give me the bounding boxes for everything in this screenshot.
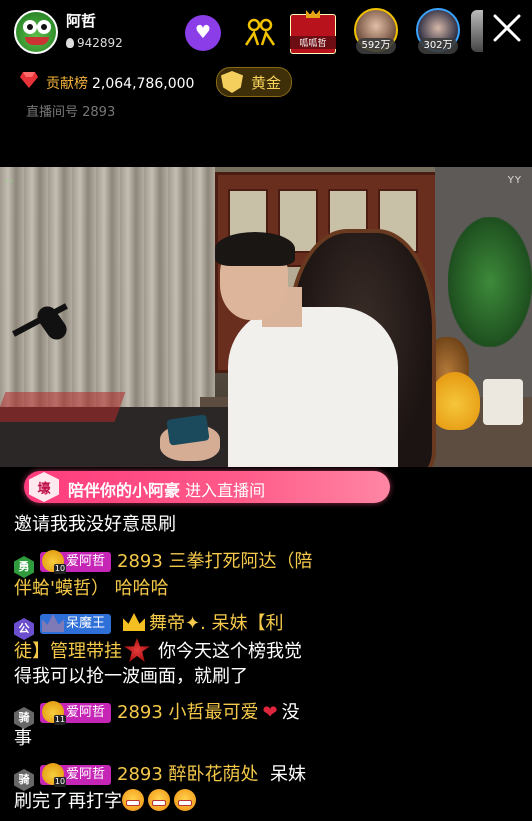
fans-flame-icon [66,38,74,48]
user-level-badge: 公 [14,618,34,640]
live-video[interactable]: ◦◦ YY [0,167,532,467]
fan-badge[interactable]: 11 爱阿哲 [40,701,112,725]
fan-badge[interactable]: 10 爱阿哲 [40,550,112,574]
fan-badge-label: 爱阿哲 [66,705,106,720]
video-corner-mark: ◦◦ [4,177,14,186]
host-avatar[interactable] [14,10,58,54]
room-number: 直播间号 2893 [26,105,116,120]
crown-icon [306,10,320,18]
chat-user-name-cont[interactable]: 徒】管理带挂 [14,641,122,662]
entrance-tag-badge: 壕 [29,472,59,502]
fan-group-icon[interactable] [244,18,276,46]
grin-emoji-icon [174,789,196,811]
top-viewer-avatar-3[interactable] [471,10,483,52]
chat-text-cont: 刷完了再打字 [14,791,122,812]
user-level-badge: 勇 [14,556,34,578]
entrance-user-name[interactable]: 陪伴你的小阿豪 [68,481,180,500]
grin-emoji-icon [122,789,144,811]
video-watermark: YY [507,175,522,186]
video-streamer-hair [215,232,295,266]
chat-text: 你今天这个榜我觉 [158,641,302,662]
chat-text-cont: 事 [14,728,32,749]
manager-gift-icon [124,638,150,662]
fan-badge[interactable]: 10 爱阿哲 [40,763,112,787]
diamond-icon [20,72,38,88]
close-icon[interactable] [489,10,525,46]
chat-text: 2893 醉卧花荫处 [117,764,259,785]
chat-message: 骑 11 爱阿哲 2893 小哲最可爱 ❤ 没 [14,700,524,729]
tier-label: 黄金 [251,73,282,92]
tier-badge[interactable]: 黄金 [216,67,293,97]
fan-badge-label: 爱阿哲 [66,554,106,569]
fan-badge-label: 呆魔王 [66,616,106,631]
video-plant [448,217,532,347]
entrance-banner: 壕 陪伴你的小阿豪 进入直播间 [24,471,390,503]
rank-badge-text: 呱呱哲 [290,36,336,49]
video-duck-toy [430,372,480,430]
video-pot [483,379,523,425]
fan-badge-label: 爱阿哲 [66,767,106,782]
video-phone [166,414,210,446]
contribution-value: 2,064,786,000 [92,76,195,92]
heart-icon: ♥ [194,22,212,43]
fan-level: 10 [54,777,66,787]
chat-text: 2893 三拳打死阿达（陪 [117,551,313,572]
top-viewer-count-2: 302万 [418,38,458,54]
video-streamer-body [228,307,398,467]
chat-user-name[interactable]: 舞帝✦. 呆妹【利 [149,613,284,634]
grin-emoji-icon [148,789,170,811]
fan-badge[interactable]: 呆魔王 [40,614,112,634]
fan-level: 11 [54,715,66,725]
video-keyboard [0,392,126,422]
chat-message: 公 呆魔王 舞帝✦. 呆妹【利 [14,611,524,640]
avatar-eye-left [23,20,37,34]
follow-heart-button[interactable]: ♥ [185,15,221,51]
crown-icon [42,614,64,632]
chat-text-cont: 伴蛤'蟆哲） 哈哈哈 [14,578,169,599]
chat-partial-line: 邀请我我没好意思刷 [14,514,176,535]
entrance-message: 陪伴你的小阿豪 进入直播间 [68,477,265,501]
shield-icon [221,71,243,93]
chat-message-cont: 刷完了再打字 [14,789,524,815]
rank-badge[interactable]: 呱呱哲 [290,10,336,54]
chat-text: 2893 小哲最可爱 [117,702,259,723]
chat-text-tail: 呆妹 [270,764,306,785]
host-name[interactable]: 阿哲 [66,10,96,31]
top-viewer-count-1: 592万 [356,38,396,54]
contribution-label: 贡献榜 [46,76,88,92]
avatar-mouth [25,37,49,45]
chat-message: 骑 10 爱阿哲 2893 醉卧花荫处 呆妹 [14,762,524,791]
chat-text-cont: 得我可以抢一波画面，就刷了 [14,666,248,687]
chat-text-tail: 没 [281,702,300,723]
host-fans: 942892 [66,36,123,50]
chat-message-cont: 徒】管理带挂 你今天这个榜我觉 [14,638,524,665]
heart-emoji-icon: ❤ [262,702,278,723]
entrance-action: 进入直播间 [185,481,266,500]
avatar-eye-right [37,20,51,34]
chat-message: 勇 10 爱阿哲 2893 三拳打死阿达（陪 [14,549,524,578]
user-level-badge: 骑 [14,769,34,791]
fan-level: 10 [54,564,66,574]
host-fans-count: 942892 [77,36,123,50]
contribution-ranking[interactable]: 贡献榜 2,064,786,000 [46,73,194,93]
crown-icon [123,613,146,631]
